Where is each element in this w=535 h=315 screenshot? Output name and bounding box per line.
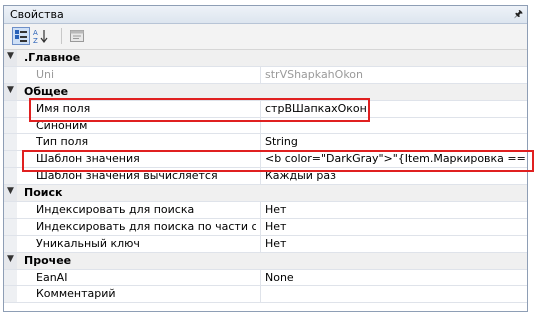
column-divider — [260, 117, 261, 134]
property-row-field-type[interactable]: Тип поля String — [4, 134, 527, 152]
column-divider — [260, 66, 261, 83]
category-label: Поиск — [24, 186, 63, 200]
category-label: Прочее — [24, 253, 72, 267]
property-name: EanAI — [36, 270, 68, 284]
property-row-index-search[interactable]: Индексировать для поиска Нет — [4, 202, 527, 219]
property-name: Комментарий — [36, 287, 116, 301]
categorized-view-button[interactable] — [12, 27, 30, 45]
collapse-caret-icon[interactable]: ▼ — [7, 85, 14, 95]
category-search[interactable]: ▼ Поиск — [4, 185, 527, 203]
property-name: Синоним — [36, 118, 88, 132]
category-other[interactable]: ▼ Прочее — [4, 252, 527, 270]
category-general[interactable]: ▼ Общее — [4, 83, 527, 101]
collapse-caret-icon[interactable]: ▼ — [7, 51, 14, 61]
collapse-caret-icon[interactable]: ▼ — [7, 254, 14, 264]
properties-panel: Свойства 🖈 A Z ▼ .Главное Uni strVShapka… — [3, 5, 528, 312]
property-value[interactable]: None — [265, 271, 527, 284]
property-row-template-computed[interactable]: Шаблон значения вычисляется Каждый раз — [4, 168, 527, 186]
property-value[interactable]: String — [265, 135, 527, 148]
property-row-eanai[interactable]: EanAI None — [4, 269, 527, 287]
property-name: Индексировать для поиска — [36, 203, 195, 217]
alphabetical-sort-button[interactable]: A Z — [32, 27, 50, 45]
column-divider — [260, 218, 261, 235]
property-row-unique-key[interactable]: Уникальный ключ Нет — [4, 235, 527, 253]
property-row-field-name[interactable]: Имя поля стрВШапкахОкон — [4, 100, 527, 118]
row-gutter — [4, 202, 17, 218]
pin-icon[interactable]: 🖈 — [514, 7, 523, 24]
property-row-value-template[interactable]: Шаблон значения <b color="DarkGray">"{It… — [4, 151, 527, 169]
property-name: Уникальный ключ — [36, 236, 140, 250]
property-row-synonym[interactable]: Синоним — [4, 117, 527, 135]
property-name: Имя поля — [36, 101, 91, 115]
row-gutter — [4, 66, 17, 83]
property-pages-button[interactable] — [68, 27, 86, 45]
row-gutter — [4, 134, 17, 151]
row-gutter — [4, 218, 17, 235]
properties-toolbar: A Z — [4, 24, 527, 50]
property-grid: ▼ .Главное Uni strVShapkahOkon ▼ Общее И… — [4, 50, 527, 304]
sort-az-icon: A Z — [33, 29, 48, 44]
category-label: Общее — [24, 84, 69, 98]
svg-text:A: A — [33, 29, 38, 37]
row-gutter — [4, 117, 17, 134]
property-row-index-partial[interactable]: Индексировать для поиска по части строки… — [4, 218, 527, 236]
property-value: strVShapkahOkon — [265, 67, 363, 81]
property-value[interactable]: Нет — [265, 237, 527, 250]
toolbar-separator — [61, 28, 62, 44]
property-row-comment[interactable]: Комментарий — [4, 286, 527, 304]
column-divider — [260, 269, 261, 286]
svg-text:Z: Z — [33, 37, 38, 44]
collapse-caret-icon[interactable]: ▼ — [7, 186, 14, 196]
property-value[interactable]: Каждый раз — [265, 169, 527, 182]
column-divider — [260, 168, 261, 185]
category-label: .Главное — [24, 51, 81, 64]
column-divider — [260, 134, 261, 151]
row-gutter — [4, 286, 17, 303]
row-gutter — [4, 269, 17, 286]
property-value[interactable]: <b color="DarkGray">"{Item.Маркировка ==… — [265, 152, 525, 165]
column-divider — [260, 100, 261, 117]
property-name: Тип поля — [36, 135, 89, 149]
property-name: Шаблон значения — [36, 152, 140, 166]
property-name: Шаблон значения вычисляется — [36, 169, 218, 183]
panel-title-bar: Свойства 🖈 — [4, 6, 527, 24]
row-gutter — [4, 235, 17, 252]
property-row-uni[interactable]: Uni strVShapkahOkon — [4, 66, 527, 84]
categorized-icon — [15, 30, 27, 42]
category-main[interactable]: ▼ .Главное — [4, 50, 527, 67]
panel-title: Свойства — [10, 8, 64, 21]
column-divider — [260, 286, 261, 303]
property-pages-icon — [70, 30, 84, 42]
property-name: Индексировать для поиска по части строки — [36, 219, 256, 233]
property-value[interactable]: Нет — [265, 203, 527, 216]
property-value[interactable]: стрВШапкахОкон — [265, 102, 527, 115]
row-gutter — [4, 151, 17, 168]
column-divider — [260, 151, 261, 168]
row-gutter — [4, 168, 17, 185]
property-value[interactable]: Нет — [265, 220, 527, 233]
column-divider — [260, 235, 261, 252]
property-name: Uni — [36, 67, 55, 81]
column-divider — [260, 202, 261, 218]
row-gutter — [4, 100, 17, 117]
